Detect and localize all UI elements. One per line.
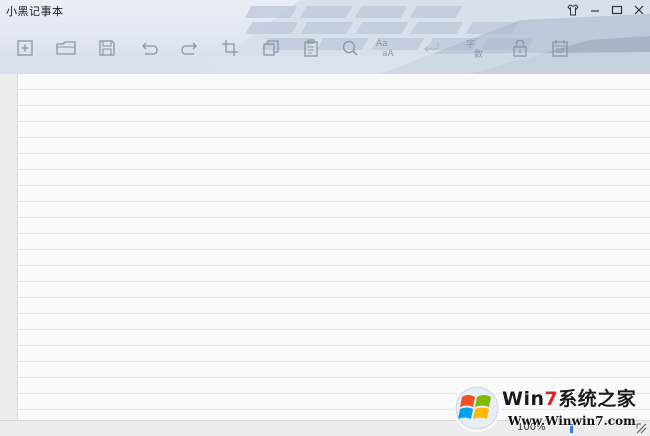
save-icon (99, 40, 115, 56)
crop-icon (222, 40, 238, 56)
undo-button[interactable] (137, 34, 163, 62)
search-button[interactable] (337, 34, 363, 62)
shirt-icon (567, 4, 579, 16)
font-size-icon: Aa aA (376, 39, 395, 59)
word-count-top-label: 字 (466, 38, 475, 50)
redo-icon (181, 42, 197, 55)
copy-button[interactable] (258, 34, 284, 62)
minimize-button[interactable] (584, 0, 606, 20)
close-icon (634, 5, 644, 15)
font-size-top-label: Aa (376, 39, 388, 49)
zoom-level: 100% (517, 422, 546, 433)
minimize-icon (591, 10, 599, 12)
search-icon (342, 40, 358, 56)
lock-button[interactable] (507, 34, 533, 62)
word-count-icon: 字 数 (466, 38, 483, 60)
title-toolbar-area: 小黑记事本 Aa aA 字 数 (0, 0, 650, 74)
status-bar: 100% (0, 420, 650, 436)
font-size-bottom-label: aA (382, 49, 395, 59)
word-count-button[interactable]: 字 数 (463, 34, 489, 62)
line-gutter (0, 74, 18, 420)
calendar-button[interactable] (547, 34, 573, 62)
maximize-button[interactable] (606, 0, 628, 20)
redo-button[interactable] (176, 34, 202, 62)
paste-button[interactable] (298, 34, 324, 62)
cut-button[interactable] (217, 34, 243, 62)
line-break-button[interactable] (418, 34, 444, 62)
skin-button[interactable] (562, 0, 584, 20)
maximize-icon (611, 5, 623, 15)
toolbar: Aa aA 字 数 (0, 34, 650, 64)
paste-icon (304, 39, 318, 57)
window-controls (562, 0, 650, 20)
new-file-button[interactable] (12, 34, 38, 62)
font-size-button[interactable]: Aa aA (373, 34, 399, 62)
save-button[interactable] (94, 34, 120, 62)
lock-icon (513, 39, 527, 57)
word-count-bottom-label: 数 (474, 48, 483, 60)
new-file-icon (17, 40, 33, 56)
undo-icon (142, 42, 158, 55)
open-file-button[interactable] (53, 34, 79, 62)
notepad-window: 小黑记事本 Aa aA 字 数 100% Win7系统之家 Www.Winwin… (0, 0, 650, 436)
close-button[interactable] (628, 0, 650, 20)
copy-icon (263, 40, 279, 56)
app-title: 小黑记事本 (6, 5, 64, 18)
text-editor-area[interactable] (18, 74, 650, 420)
open-folder-icon (56, 41, 76, 55)
enter-icon (424, 42, 439, 53)
resize-icon[interactable] (636, 423, 647, 434)
zoom-slider-handle[interactable] (570, 424, 573, 433)
calendar-icon (552, 40, 568, 57)
